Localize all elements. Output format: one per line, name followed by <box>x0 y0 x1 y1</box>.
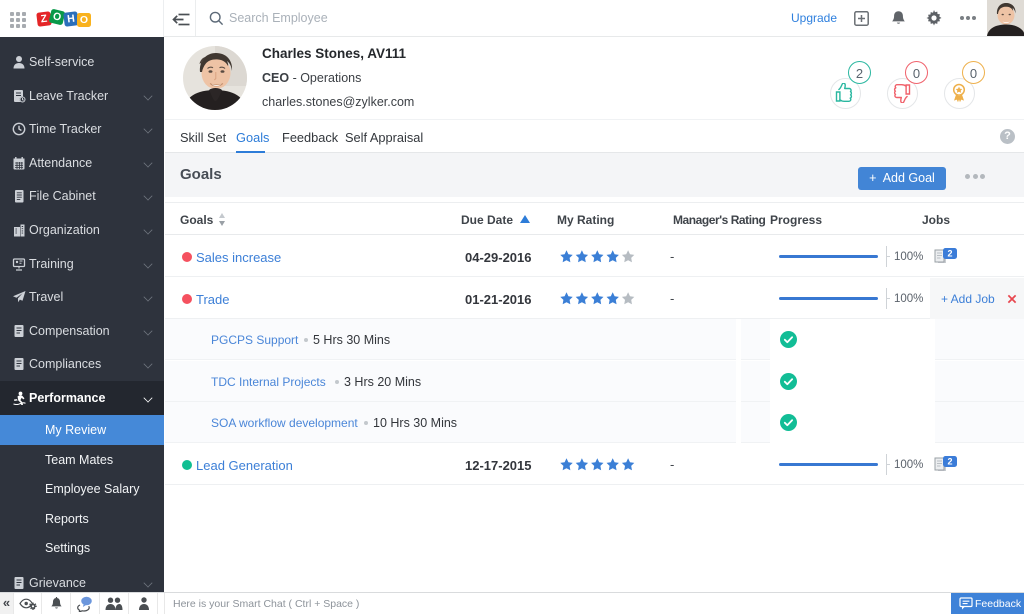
svg-text:2: 2 <box>947 456 952 466</box>
svg-text:2: 2 <box>947 249 952 259</box>
